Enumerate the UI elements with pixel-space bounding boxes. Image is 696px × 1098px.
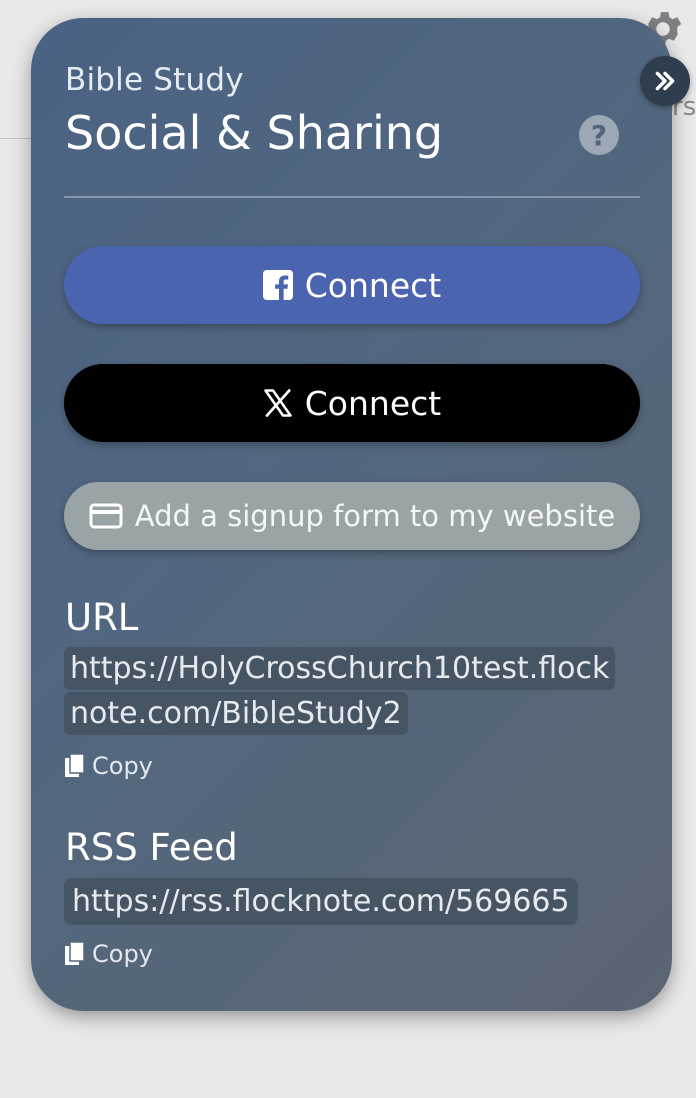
copy-rss-button[interactable]: Copy <box>64 940 153 968</box>
facebook-connect-label: Connect <box>304 265 442 305</box>
chevrons-right-icon <box>655 71 675 91</box>
copy-rss-label: Copy <box>92 940 153 968</box>
x-logo-icon <box>264 389 292 417</box>
header-divider <box>64 196 640 198</box>
rss-feed-label: RSS Feed <box>65 826 238 869</box>
copy-url-button[interactable]: Copy <box>64 752 153 780</box>
add-signup-form-button[interactable]: Add a signup form to my website <box>64 482 640 550</box>
url-field[interactable]: https://HolyCrossChurch10test.flocknote.… <box>64 646 624 736</box>
expand-panel-button[interactable] <box>640 56 690 106</box>
copy-icon <box>65 753 85 777</box>
url-value: https://HolyCrossChurch10test.flocknote.… <box>64 647 616 735</box>
facebook-connect-button[interactable]: Connect <box>64 246 640 324</box>
credit-card-icon <box>89 503 123 529</box>
x-connect-button[interactable]: Connect <box>64 364 640 442</box>
copy-icon <box>65 941 85 965</box>
panel-title: Social & Sharing <box>65 106 444 160</box>
group-name: Bible Study <box>65 62 244 98</box>
x-connect-label: Connect <box>304 383 442 423</box>
rss-feed-field[interactable]: https://rss.flocknote.com/569665 <box>64 878 578 925</box>
help-icon[interactable]: ? <box>579 115 619 155</box>
add-signup-form-label: Add a signup form to my website <box>134 499 616 533</box>
social-sharing-panel: Bible Study Social & Sharing ? Connect C… <box>31 18 672 1011</box>
url-label: URL <box>65 596 139 639</box>
copy-url-label: Copy <box>92 752 153 780</box>
facebook-icon <box>262 270 293 300</box>
